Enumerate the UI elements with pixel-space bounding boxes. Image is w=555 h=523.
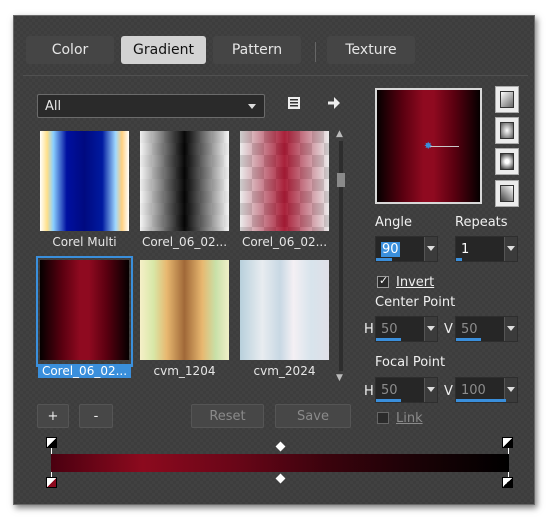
thumb-label: Corel_06_02... [141,235,228,249]
gradient-thumb-cvm-1204[interactable]: cvm_1204 [138,258,231,378]
checkmark-icon: ✓ [379,274,389,287]
thumb-label: cvm_2024 [253,364,316,378]
center-v-label: V [444,322,453,337]
focal-h-label: H [364,384,374,399]
rectangular-style-button[interactable] [495,117,519,144]
gradient-stop-bottom-right[interactable] [502,477,513,488]
gradient-editor-bar[interactable] [51,454,509,472]
chevron-down-icon [427,387,435,392]
focal-h-value[interactable]: 50 [381,383,398,398]
chevron-down-icon [507,326,515,331]
save-button[interactable]: Save [275,404,351,428]
gradient-stop-top-left[interactable] [46,437,57,448]
focal-point-label: Focal Point [375,355,446,370]
invert-label: Invert [396,275,435,290]
radial-style-button[interactable] [495,148,519,175]
thumb-label: Corel Multi [52,235,117,249]
spin-buttons[interactable] [424,378,437,402]
link-checkbox[interactable] [377,412,389,424]
gallery-scrollbar[interactable]: ▲ ▼ [335,129,347,384]
gradient-preview[interactable]: ✸ [375,88,482,204]
scrollbar-thumb[interactable] [337,173,345,187]
gradient-swatch [140,131,229,231]
focal-h-spinbox[interactable]: 50 [375,377,438,403]
focal-v-value[interactable]: 100 [461,383,486,398]
tab-color[interactable]: Color [26,36,114,64]
linear-style-button[interactable] [495,86,519,113]
library-icon[interactable] [287,96,301,114]
focal-v-spinbox[interactable]: 100 [455,377,518,403]
center-v-value[interactable]: 50 [461,322,478,337]
gradient-thumb-corel-06-02-a[interactable]: Corel_06_02... [138,129,231,249]
center-v-slider-bar[interactable] [456,338,481,341]
tab-gradient[interactable]: Gradient [121,36,206,64]
spin-buttons[interactable] [424,317,437,341]
center-point-icon[interactable]: ✸ [424,141,432,152]
gradient-swatch [240,131,329,231]
gradient-thumb-cvm-2024[interactable]: cvm_2024 [238,258,331,378]
gradient-swatch [140,260,229,360]
chevron-down-icon [248,104,256,109]
reset-button[interactable]: Reset [191,404,264,428]
spin-buttons[interactable] [424,237,437,261]
tab-divider [315,42,316,62]
gradient-stop-top-right[interactable] [502,437,513,448]
focal-v-slider-bar[interactable] [456,399,506,402]
center-h-slider-bar[interactable] [376,338,401,341]
tab-underline [23,75,528,76]
sunburst-style-button[interactable] [495,180,519,207]
chevron-up-icon[interactable]: ▲ [336,129,343,139]
gradient-thumb-corel-06-02-b[interactable]: Corel_06_02... [238,129,331,249]
center-h-spinbox[interactable]: 50 [375,316,438,342]
gradient-stop-bottom-left[interactable] [46,477,57,488]
linear-style-icon [500,91,514,108]
focal-h-slider-bar[interactable] [376,399,401,402]
angle-spinbox[interactable]: 90 [375,236,438,262]
sunburst-style-icon [500,185,514,202]
tab-pattern[interactable]: Pattern [213,36,301,64]
angle-label: Angle [375,215,412,230]
remove-button[interactable]: - [79,404,113,428]
repeats-label: Repeats [455,215,508,230]
focal-v-label: V [444,384,453,399]
gradient-thumb-corel-06-02-selected[interactable]: Corel_06_02... [36,256,133,378]
radial-style-icon [500,153,514,170]
center-v-spinbox[interactable]: 50 [455,316,518,342]
gradient-swatch [240,260,329,360]
repeats-value[interactable]: 1 [461,242,469,257]
tab-texture[interactable]: Texture [327,36,415,64]
chevron-down-icon [427,326,435,331]
angle-handle-line[interactable] [429,146,459,147]
spin-buttons[interactable] [504,317,517,341]
gradient-swatch [40,260,129,360]
chevron-down-icon [507,387,515,392]
spin-buttons[interactable] [504,237,517,261]
rectangular-style-icon [500,122,514,139]
gradient-thumb-corel-multi[interactable]: Corel Multi [38,129,131,249]
add-button[interactable]: + [37,404,69,428]
angle-slider-bar[interactable] [376,258,392,261]
arrow-right-icon[interactable] [327,96,341,114]
center-h-value[interactable]: 50 [381,322,398,337]
angle-value[interactable]: 90 [381,242,400,257]
repeats-slider-bar[interactable] [456,258,462,261]
thumb-label: cvm_1204 [153,364,216,378]
chevron-down-icon [427,246,435,251]
chevron-down-icon[interactable]: ▼ [336,373,343,383]
gradient-swatch [40,131,129,231]
invert-checkbox[interactable]: ✓ [377,274,389,288]
repeats-spinbox[interactable]: 1 [455,236,518,262]
center-h-label: H [364,322,374,337]
center-point-label: Center Point [375,295,456,310]
chevron-down-icon [507,246,515,251]
category-dropdown[interactable]: All [37,94,265,118]
link-label: Link [396,411,423,426]
thumb-label: Corel_06_02... [241,235,328,249]
category-value: All [45,99,62,114]
thumb-label: Corel_06_02... [38,364,131,378]
